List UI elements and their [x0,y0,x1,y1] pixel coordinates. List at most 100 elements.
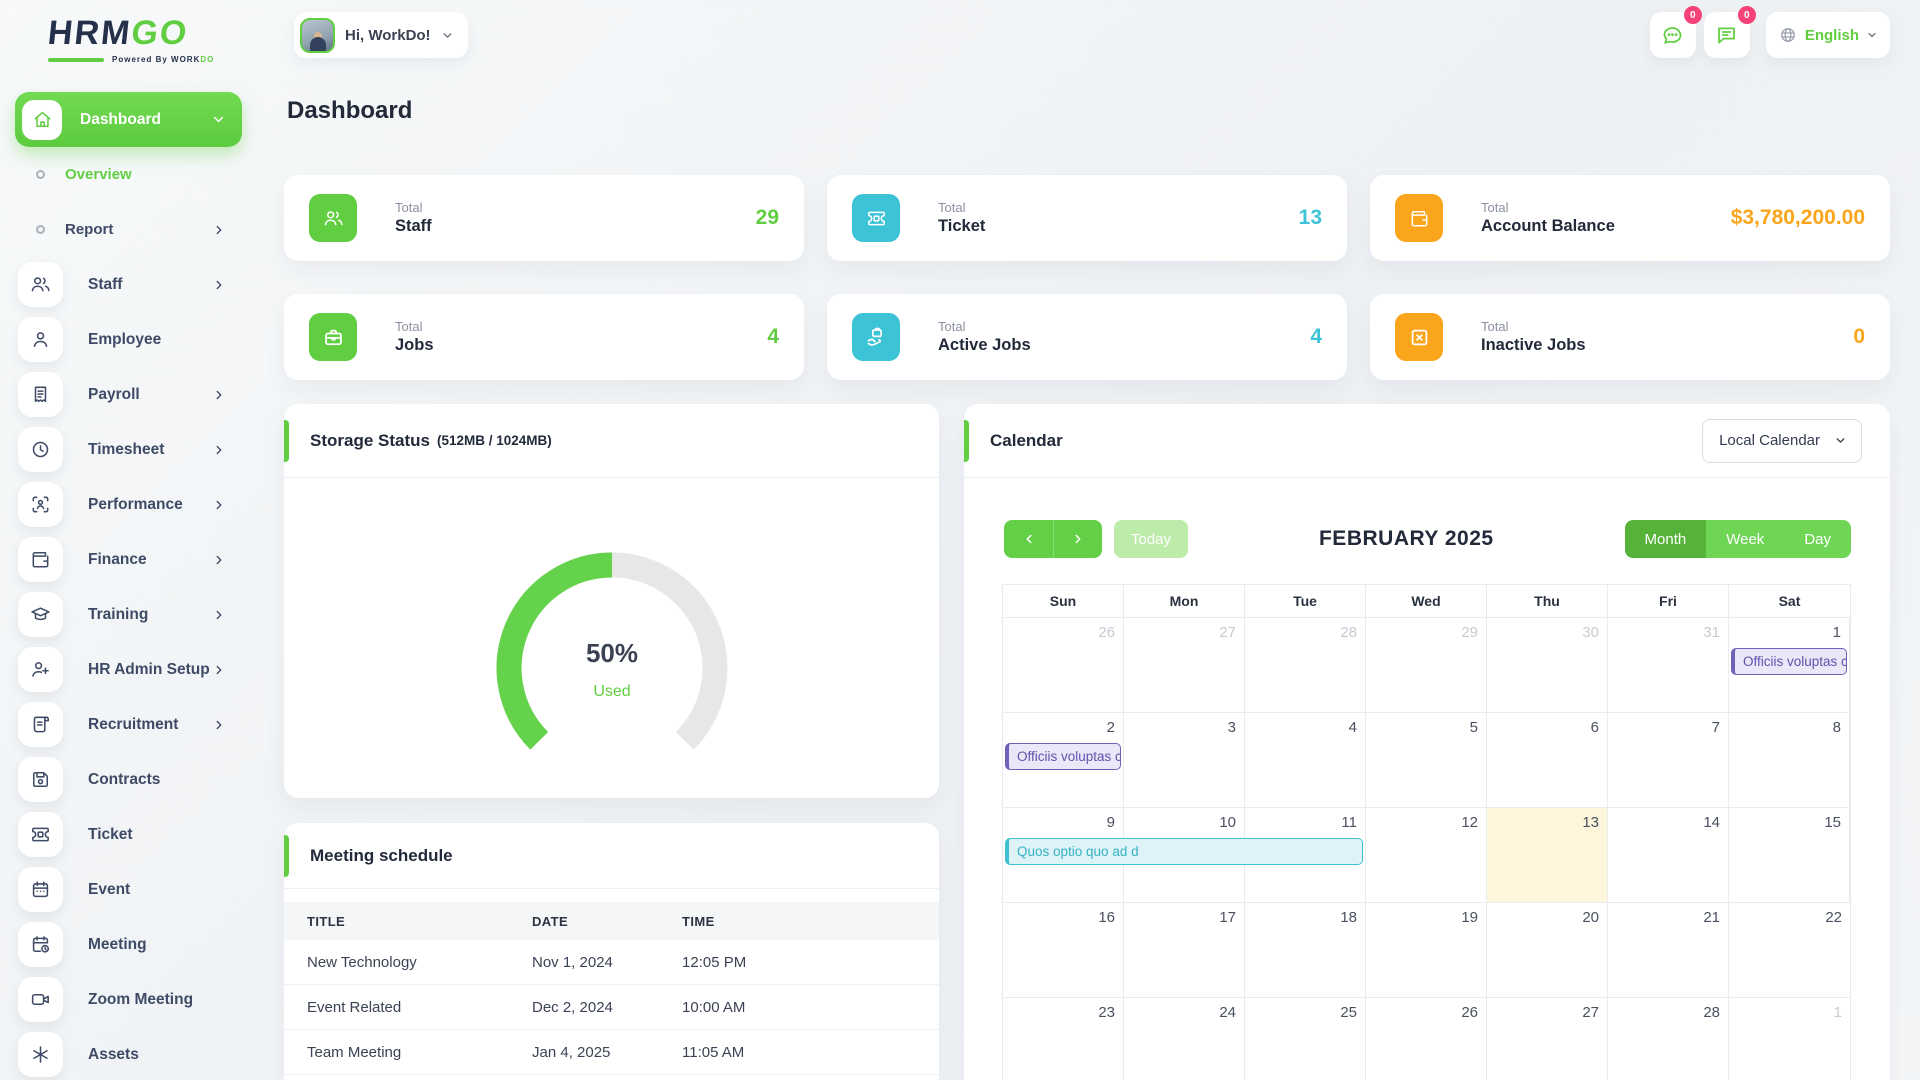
calendar-grid: SunMonTueWedThuFriSat 2627282930311Offic… [1002,584,1851,1080]
calendar-next-button[interactable] [1053,520,1102,558]
language-selector[interactable]: English [1766,12,1890,58]
calendar-day-cell[interactable]: 26 [1366,998,1487,1080]
calendar-day-cell[interactable]: 1 [1729,998,1850,1080]
calendar-day-cell[interactable]: 13 [1487,808,1608,902]
calendar-day-cell[interactable]: 14 [1608,808,1729,902]
calendar-event[interactable]: Quos optio quo ad d [1005,838,1363,865]
meeting-row: Team Meeting Jan 4, 2025 11:05 AM [284,1030,939,1075]
sidebar-item-dashboard[interactable]: Dashboard [15,92,242,147]
sidebar-item-label: Finance [88,551,147,569]
calendar-day-cell[interactable]: 27 [1124,618,1245,712]
sidebar-item-payroll[interactable]: Payroll [0,367,258,422]
calendar-day-cell[interactable]: 21 [1608,903,1729,997]
briefcase-icon [309,313,357,361]
sidebar-item-ticket[interactable]: Ticket [0,807,258,862]
storage-subtitle: (512MB / 1024MB) [437,433,552,448]
calendar-day-cell[interactable]: 12 [1366,808,1487,902]
calendar-today-button[interactable]: Today [1114,520,1188,558]
stat-prefix: Total [1481,200,1615,215]
stat-label: Inactive Jobs [1481,336,1586,355]
calendar-day-cell[interactable]: 20 [1487,903,1608,997]
meeting-row: New Technology Nov 1, 2024 12:05 PM [284,940,939,985]
calendar-day-cell[interactable]: 3 [1124,713,1245,807]
sidebar-item-employee[interactable]: Employee [0,312,258,367]
storage-percent: 50% [585,638,637,668]
calendar-day-cell[interactable]: 25 [1245,998,1366,1080]
bullet-circle-icon [36,225,45,234]
chevron-right-icon [212,608,226,622]
chat-button[interactable]: 0 [1650,12,1696,58]
calendar-day-cell[interactable]: 7 [1608,713,1729,807]
sidebar-item-report[interactable]: Report [0,202,258,257]
stat-card-active-jobs: Total Active Jobs 4 [827,294,1347,380]
sidebar-item-label: Timesheet [88,441,164,459]
calendar-day-cell[interactable]: 28 [1608,998,1729,1080]
sidebar-item-finance[interactable]: Finance [0,532,258,587]
calendar-source-value: Local Calendar [1719,432,1820,449]
sidebar-item-recruitment[interactable]: Recruitment [0,697,258,752]
calendar-view-month[interactable]: Month [1625,520,1707,558]
calendar-day-cell[interactable]: 5 [1366,713,1487,807]
calendar-day-cell[interactable]: 31 [1608,618,1729,712]
calendar-day-cell[interactable]: 18 [1245,903,1366,997]
calendar-day-cell[interactable]: 26 [1003,618,1124,712]
calendar-day-cell[interactable]: 27 [1487,998,1608,1080]
calendar-day-cell[interactable]: 6 [1487,713,1608,807]
calendar-view-week[interactable]: Week [1706,520,1784,558]
sidebar-item-event[interactable]: Event [0,862,258,917]
sidebar-item-meeting[interactable]: Meeting [0,917,258,972]
column-title: TITLE [307,914,532,929]
calendar-source-select[interactable]: Local Calendar [1702,419,1862,463]
calendar-day-cell[interactable]: 23 [1003,998,1124,1080]
app-logo: HRMGO Powered By WORKDO [48,14,214,64]
calendar-day-cell[interactable]: 28 [1245,618,1366,712]
calendar-week-row: 9101112131415Quos optio quo ad d [1003,807,1850,902]
sidebar-item-zoom-meeting[interactable]: Zoom Meeting [0,972,258,1027]
chevron-down-icon [1866,29,1878,41]
calendar-day-cell[interactable]: 24 [1124,998,1245,1080]
stat-prefix: Total [395,319,434,334]
calendar-day-cell[interactable]: 30 [1487,618,1608,712]
calendar-day-cell[interactable]: 29 [1366,618,1487,712]
user-menu[interactable]: Hi, WorkDo! [294,12,468,58]
sidebar-item-contracts[interactable]: Contracts [0,752,258,807]
calendar-event[interactable]: Officiis voluptas c [1731,648,1847,675]
meeting-schedule-title: Meeting schedule [310,846,453,866]
chevron-right-icon [212,718,226,732]
sidebar-item-timesheet[interactable]: Timesheet [0,422,258,477]
logo-text-hrm: HRM [46,14,133,52]
sidebar-item-label: Dashboard [80,111,161,129]
calendar-day-cell[interactable]: 19 [1366,903,1487,997]
calendar-day-cell[interactable]: 4 [1245,713,1366,807]
calendar-day-cell[interactable]: 17 [1124,903,1245,997]
calendar-day-cell[interactable]: 8 [1729,713,1850,807]
calendar-day-cell[interactable]: 15 [1729,808,1850,902]
calendar-prev-button[interactable] [1004,520,1053,558]
sidebar-item-assets[interactable]: Assets [0,1027,258,1080]
user-plus-icon [18,647,63,692]
sidebar-item-training[interactable]: Training [0,587,258,642]
calendar-event[interactable]: Officiis voluptas c [1005,743,1121,770]
stats-grid: Total Staff 29 Total Ticket 13 Total Acc… [284,175,1890,380]
calendar-view-day[interactable]: Day [1784,520,1851,558]
stat-label: Active Jobs [938,336,1031,355]
sidebar-item-label: Contracts [88,771,160,789]
sidebar-item-hr-admin-setup[interactable]: HR Admin Setup [0,642,258,697]
messages-button[interactable]: 0 [1704,12,1750,58]
sidebar-item-staff[interactable]: Staff [0,257,258,312]
page-title: Dashboard [287,97,412,125]
header-actions: 0 0 English [1650,12,1890,58]
chevron-right-icon [212,278,226,292]
meeting-title: Team Meeting [307,1044,532,1061]
stat-label: Ticket [938,217,985,236]
logo-powered-by: Powered By [112,55,168,64]
calendar-day-header: Tue [1245,585,1366,617]
meeting-title: New Technology [307,954,532,971]
sidebar-item-overview[interactable]: Overview [0,147,258,202]
calendar-day-cell[interactable]: 16 [1003,903,1124,997]
sidebar-item-performance[interactable]: Performance [0,477,258,532]
calendar-day-header: Fri [1608,585,1729,617]
user-icon [18,317,63,362]
meeting-table: TITLE DATE TIME New Technology Nov 1, 20… [284,902,939,1075]
calendar-day-cell[interactable]: 22 [1729,903,1850,997]
